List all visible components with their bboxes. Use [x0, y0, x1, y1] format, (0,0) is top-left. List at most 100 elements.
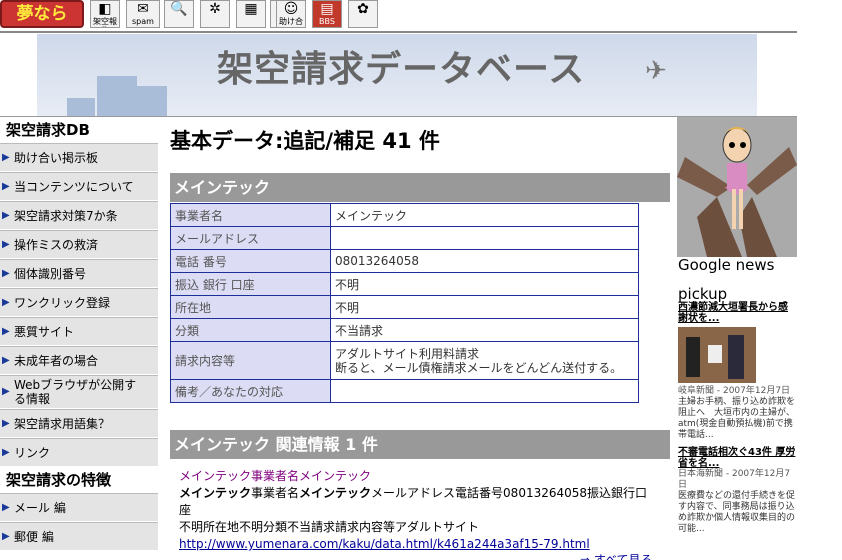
field-key: 事業者名 [170, 203, 331, 227]
news-source: 日本海新聞 - 2007年12月7日 [678, 469, 791, 490]
news-body: 医療費などの還付手続きを促す内容で、同事務局は振り込め詐欺か個人情報収集目的の可… [678, 491, 796, 534]
site-logo[interactable]: 夢なら [0, 0, 84, 28]
nav-item-links[interactable]: ▶ リンク [0, 438, 158, 467]
nav-item-glossary[interactable]: ▶ 架空請求用語集？ [0, 409, 158, 438]
nav-item-mail[interactable]: ▶ メール 編 [0, 493, 158, 522]
bbs-icon: ▤ [320, 1, 334, 17]
news-body: 主婦お手柄、振り込め詐欺を阻止へ 大垣市内の主婦が、atm(現金自動預払機)前で… [678, 397, 796, 440]
magnifier-icon: 🔍 [170, 1, 188, 17]
toolbar-button-spam[interactable]: ✉ spam [126, 0, 160, 28]
arrow-icon: ▶ [2, 531, 10, 542]
see-all-link[interactable]: ⇒ すべて見る [580, 551, 653, 560]
table-row: 備考／あなたの対応 [170, 379, 639, 403]
nav-heading-db: 架空請求DB [0, 117, 158, 143]
nav-item-one-click[interactable]: ▶ ワンクリック登録 [0, 288, 158, 317]
toolbar-button-character[interactable]: ✿ [348, 0, 378, 28]
field-value: 不明 [330, 295, 639, 319]
field-value: 不当請求 [330, 318, 639, 342]
left-navigation: 架空請求DB ▶ 助け合い掲示板 ▶ 当コンテンツについて ▶ 架空請求対策7か条 ▶… [0, 117, 158, 551]
arrow-icon: ▶ [2, 181, 10, 192]
building-shape [67, 98, 95, 116]
related-link[interactable]: メインテック事業者名メインテック [179, 469, 371, 483]
tree-icon: ✲ [209, 1, 221, 17]
table-row: 分類 不当請求 [170, 318, 639, 342]
top-toolbar: 夢なら ◧架空報告 ✉spam 🔍 ✲ ▦ ◆ ☺助け合い ▤BBS ✿ [0, 0, 842, 30]
help-face-icon: ☺ [283, 1, 299, 17]
nav-item-postal[interactable]: ▶ 郵便 編 [0, 522, 158, 551]
building-shape [97, 76, 137, 116]
character-icon: ✿ [357, 1, 369, 17]
nav-item-malicious-sites[interactable]: ▶ 悪質サイト [0, 317, 158, 346]
news-photo [678, 327, 756, 383]
field-key: 電話 番号 [170, 249, 331, 273]
arrow-icon: ▶ [2, 447, 10, 458]
toolbar-divider [0, 31, 797, 33]
toolbar-button-tree[interactable]: ✲ [200, 0, 230, 28]
page-title: 基本データ:追記/補足 41 件 [170, 129, 440, 153]
airplane-icon: ✈ [645, 56, 667, 86]
toolbar-button-bbs[interactable]: ▤ BBS [312, 0, 342, 28]
field-value: 不明 [330, 272, 639, 296]
field-key: メールアドレス [170, 226, 331, 250]
report-icon: ◧ [98, 1, 112, 17]
toolbar-button-help[interactable]: ☺助け合い [276, 0, 306, 28]
nav-item-mistake-relief[interactable]: ▶ 操作ミスの救済 [0, 230, 158, 259]
field-value: アダルトサイト利用料請求 断ると、メール債権請求メールをどんどん送付する。 [330, 341, 639, 380]
arrow-icon: ▶ [2, 355, 10, 366]
toolbar-button-report[interactable]: ◧架空報告 [90, 0, 120, 28]
related-url[interactable]: http://www.yumenara.com/kaku/data.html/k… [179, 537, 590, 551]
nav-item-countermeasures[interactable]: ▶ 架空請求対策7か条 [0, 201, 158, 230]
field-key: 振込 銀行 口座 [170, 272, 331, 296]
field-value [330, 226, 639, 250]
table-row: メールアドレス [170, 226, 639, 250]
news-item: 西濃節減大垣署長から感謝状を... 岐阜新聞 - 2007年12月7日 主婦お手… [677, 302, 797, 535]
table-row: 事業者名 メインテック [170, 203, 639, 227]
field-value [330, 379, 639, 403]
google-news-title: Google news [677, 256, 797, 286]
related-section-bar: メインテック 関連情報 1 件 [170, 430, 670, 459]
mascot-illustration [677, 117, 797, 257]
field-value: メインテック [330, 203, 639, 227]
news-headline[interactable]: 不審電話相次ぐ43件 厚労省を名... [678, 447, 797, 469]
nav-item-bbs[interactable]: ▶ 助け合い掲示板 [0, 143, 158, 172]
field-key: 備考／あなたの対応 [170, 379, 331, 403]
toolbar-button-calc[interactable]: ▦ [236, 0, 266, 28]
arrow-icon: ▶ [2, 297, 10, 308]
table-row: 電話 番号 08013264058 [170, 249, 639, 273]
field-key: 所在地 [170, 295, 331, 319]
field-key: 請求内容等 [170, 341, 331, 380]
field-value: 08013264058 [330, 249, 639, 273]
nav-item-about[interactable]: ▶ 当コンテンツについて [0, 172, 158, 201]
news-photo-graphic [678, 327, 756, 383]
nav-item-browser-info[interactable]: ▶ Webブラウザが公開する情報 [0, 375, 158, 409]
google-news-pickup: pickup [678, 285, 728, 303]
mascot-graphic [677, 127, 797, 257]
right-column: Google news pickup 西濃節減大垣署長から感謝状を... 岐阜新… [677, 117, 797, 535]
arrow-icon: ▶ [2, 418, 10, 429]
arrow-icon: ▶ [2, 239, 10, 250]
news-headline[interactable]: 西濃節減大垣署長から感謝状を... [678, 302, 797, 324]
table-row: 請求内容等 アダルトサイト利用料請求 断ると、メール債権請求メールをどんどん送付する… [170, 341, 639, 380]
company-data-table: 事業者名 メインテック メールアドレス 電話 番号 08013264058 振込 銀… [170, 203, 639, 403]
nav-item-device-id[interactable]: ▶ 個体識別番号 [0, 259, 158, 288]
arrow-icon: ▶ [2, 152, 10, 163]
mail-icon: ✉ [137, 1, 149, 17]
related-item: メインテック事業者名メインテック メインテック事業者名メインテックメールアドレス… [179, 469, 648, 551]
arrow-icon: ▶ [2, 268, 10, 279]
banner-title: 架空請求データベース [217, 48, 586, 90]
table-row: 所在地 不明 [170, 295, 639, 319]
header-banner: 架空請求データベース ✈ [37, 34, 757, 116]
field-key: 分類 [170, 318, 331, 342]
building-shape [137, 86, 167, 116]
company-section-bar: メインテック [170, 173, 670, 202]
nav-item-minors[interactable]: ▶ 未成年者の場合 [0, 346, 158, 375]
toolbar-button-search[interactable]: 🔍 [164, 0, 194, 28]
calculator-icon: ▦ [244, 1, 258, 17]
arrow-icon: ▶ [2, 386, 10, 397]
arrow-icon: ▶ [2, 326, 10, 337]
table-row: 振込 銀行 口座 不明 [170, 272, 639, 296]
news-source: 岐阜新聞 - 2007年12月7日 [678, 386, 791, 396]
arrow-icon: ▶ [2, 502, 10, 513]
nav-heading-features: 架空請求の特徴 [0, 467, 158, 493]
arrow-icon: ▶ [2, 210, 10, 221]
